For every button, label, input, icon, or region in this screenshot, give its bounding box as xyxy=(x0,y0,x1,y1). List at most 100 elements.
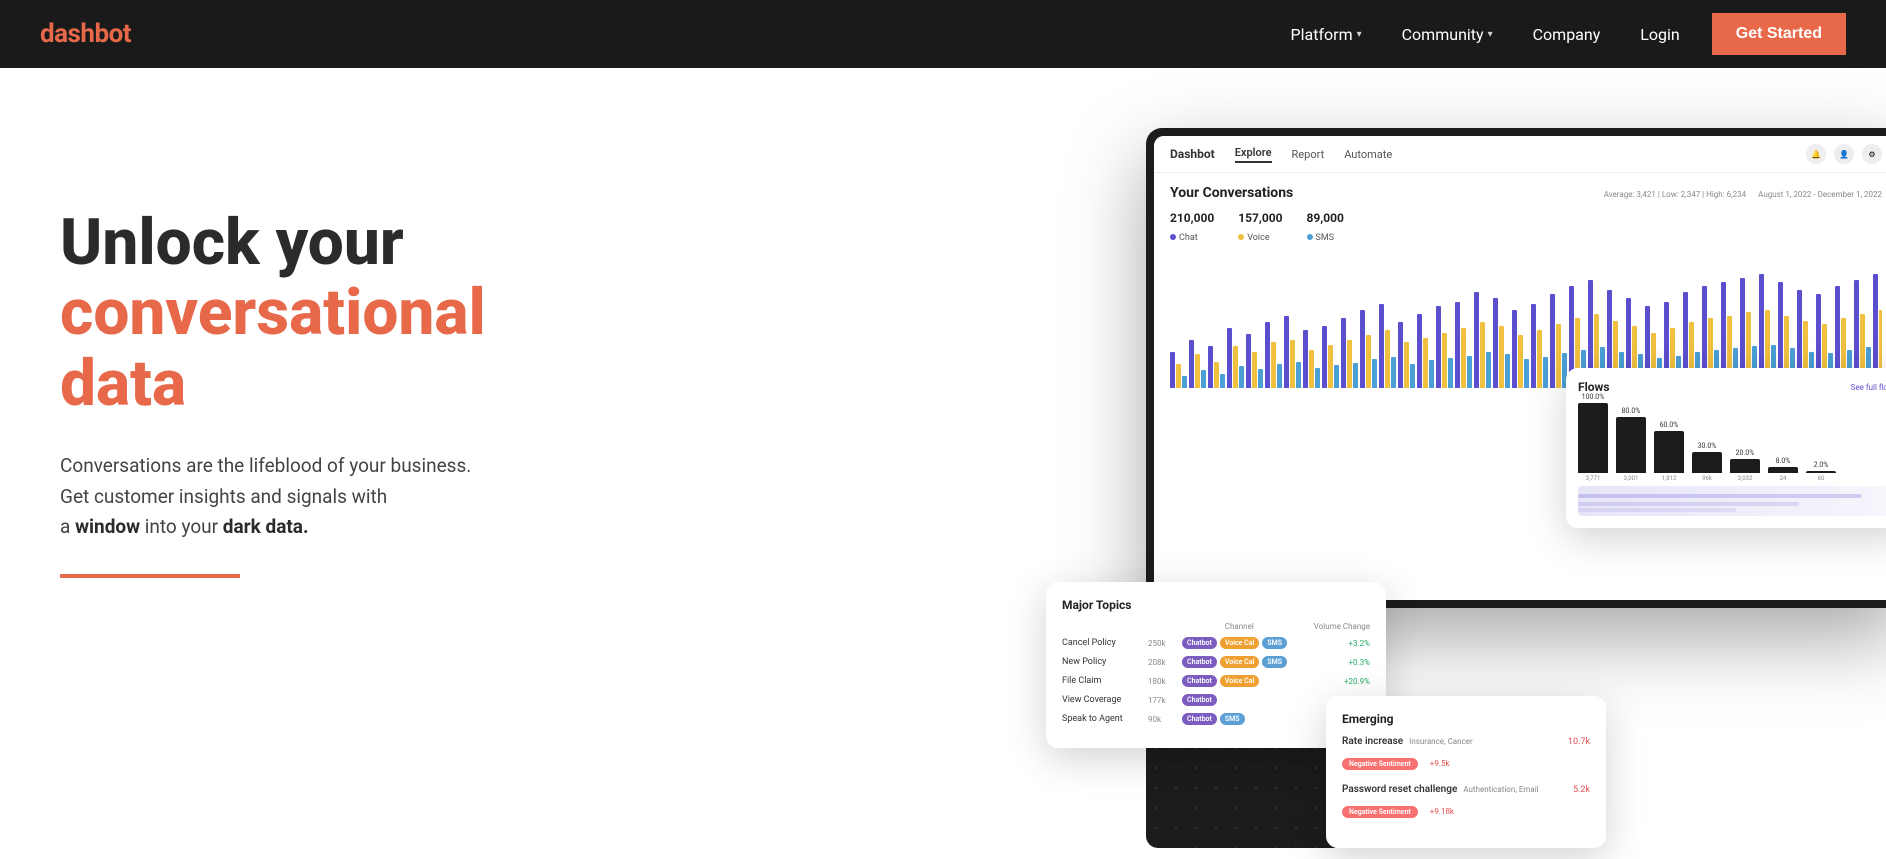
flow-num: 60 xyxy=(1818,475,1825,482)
nav-company[interactable]: Company xyxy=(1517,17,1617,52)
flow-bar-col: 8.0% 24 xyxy=(1768,457,1798,482)
flow-bar xyxy=(1730,459,1760,473)
voice-tag: Voice Cal xyxy=(1220,656,1259,668)
flows-bar-chart: 100.0% 3,771 80.0% 3,001 60.0% 1,812 30.… xyxy=(1578,402,1886,482)
chatbot-tag: Chatbot xyxy=(1182,713,1217,725)
topic-name: File Claim xyxy=(1062,676,1142,686)
chart-bar-group xyxy=(1170,352,1187,388)
topic-name: New Policy xyxy=(1062,657,1142,667)
topic-tags: Chatbot Voice Cal xyxy=(1182,675,1328,687)
flows-sankey xyxy=(1578,486,1886,516)
emerging-sub: Insurance, Cancer xyxy=(1409,737,1473,746)
sankey-line-1 xyxy=(1578,494,1862,498)
stat-chat-number: 210,000 xyxy=(1170,211,1214,225)
bar-chat xyxy=(1531,304,1536,388)
bar-voice xyxy=(1499,326,1504,388)
bar-voice xyxy=(1328,345,1333,388)
screen-nav-automate[interactable]: Automate xyxy=(1344,148,1392,161)
chart-bar-group xyxy=(1550,294,1567,388)
hero-visuals: Dashbot Explore Report Automate 🔔 👤 ⚙ Yo… xyxy=(1046,128,1886,848)
bar-voice xyxy=(1233,346,1238,388)
bar-chat xyxy=(1284,316,1289,388)
topic-count: 208k xyxy=(1148,658,1176,667)
bar-sms xyxy=(1353,363,1358,388)
screen-nav-explore[interactable]: Explore xyxy=(1235,146,1272,163)
flow-bar xyxy=(1768,467,1798,473)
flow-pct: 30.0% xyxy=(1698,442,1717,450)
chart-bar-group xyxy=(1474,292,1491,388)
emerging-pct: 5.2k xyxy=(1573,785,1590,795)
see-full-flow-link[interactable]: See full flow xyxy=(1851,383,1886,392)
bar-voice xyxy=(1442,333,1447,388)
stat-sms-number: 89,000 xyxy=(1307,211,1344,225)
hero-headline: Unlock your conversational data xyxy=(60,208,580,419)
get-started-button[interactable]: Get Started xyxy=(1712,13,1846,55)
conversations-title: Your Conversations xyxy=(1170,185,1293,201)
bar-voice xyxy=(1518,335,1523,388)
bar-chat xyxy=(1246,334,1251,388)
bar-sms xyxy=(1277,364,1282,388)
topic-name: Cancel Policy xyxy=(1062,638,1142,648)
flow-num: 96k xyxy=(1702,475,1712,482)
bar-sms xyxy=(1467,356,1472,388)
emerging-card: Emerging Rate increase Insurance, Cancer… xyxy=(1326,696,1606,848)
bar-voice xyxy=(1290,340,1295,388)
bar-sms xyxy=(1372,359,1377,388)
bar-voice xyxy=(1252,352,1257,388)
bar-chat xyxy=(1436,306,1441,388)
flow-bar-col: 30.0% 96k xyxy=(1692,442,1722,482)
topic-change: +3.2% xyxy=(1334,639,1370,648)
bar-sms xyxy=(1391,357,1396,388)
chatbot-tag: Chatbot xyxy=(1182,675,1217,687)
bar-sms xyxy=(1410,364,1415,388)
stat-chat: 210,000 Chat xyxy=(1170,211,1214,244)
chart-bar-group xyxy=(1227,328,1244,388)
bar-voice xyxy=(1271,342,1276,388)
topic-count: 177k xyxy=(1148,696,1176,705)
flow-bar-col: 100.0% 3,771 xyxy=(1578,393,1608,482)
bar-chat xyxy=(1455,302,1460,388)
notif-icon[interactable]: 🔔 xyxy=(1806,144,1826,164)
hero-text: Unlock your conversational data Conversa… xyxy=(60,148,580,578)
chart-bar-group xyxy=(1417,314,1434,388)
bar-chat xyxy=(1341,318,1346,388)
nav-platform[interactable]: Platform ▾ xyxy=(1275,17,1378,52)
nav-login[interactable]: Login xyxy=(1624,17,1695,52)
nav-links: Platform ▾ Community ▾ Company Login Get… xyxy=(1275,13,1846,55)
nav-logo[interactable]: dashbot xyxy=(40,19,131,49)
bar-voice xyxy=(1480,322,1485,388)
chatbot-tag: Chatbot xyxy=(1182,656,1217,668)
sms-label: SMS xyxy=(1316,233,1335,243)
nav-community[interactable]: Community ▾ xyxy=(1386,17,1509,52)
flow-num: 3,771 xyxy=(1586,475,1601,482)
chart-bar-group xyxy=(1341,318,1358,388)
emerging-title-row: Rate increase Insurance, Cancer 10.7k xyxy=(1342,736,1590,747)
flow-bar xyxy=(1578,403,1608,473)
chatbot-tag: Chatbot xyxy=(1182,694,1217,706)
bar-sms xyxy=(1448,358,1453,388)
chatbot-tag: Chatbot xyxy=(1182,637,1217,649)
conversations-meta: Average: 3,421 | Low: 2,347 | High: 6,23… xyxy=(1604,190,1882,199)
voice-tag: Voice Cal xyxy=(1220,637,1259,649)
bar-sms xyxy=(1486,352,1491,388)
bar-chat xyxy=(1208,346,1213,388)
topic-row-new: New Policy 208k Chatbot Voice Cal SMS +0… xyxy=(1062,656,1370,668)
topic-name: View Coverage xyxy=(1062,695,1142,705)
bar-sms xyxy=(1220,374,1225,388)
emerging-sub: Authentication, Email xyxy=(1463,785,1538,794)
screen-nav-report[interactable]: Report xyxy=(1292,148,1325,161)
chart-bar-group xyxy=(1284,316,1301,388)
topic-change: +20.9% xyxy=(1334,677,1370,686)
bar-sms xyxy=(1296,362,1301,388)
user-icon[interactable]: 👤 xyxy=(1834,144,1854,164)
sms-dot xyxy=(1307,234,1313,240)
topic-change: +0.3% xyxy=(1334,658,1370,667)
bar-chat xyxy=(1322,326,1327,388)
platform-chevron-icon: ▾ xyxy=(1357,29,1362,40)
bar-voice xyxy=(1366,335,1371,388)
flow-pct: 2.0% xyxy=(1814,461,1829,469)
voice-dot xyxy=(1238,234,1244,240)
flows-header: Flows See full flow xyxy=(1578,380,1886,394)
settings-icon[interactable]: ⚙ xyxy=(1862,144,1882,164)
screen-logo: Dashbot xyxy=(1170,147,1215,161)
